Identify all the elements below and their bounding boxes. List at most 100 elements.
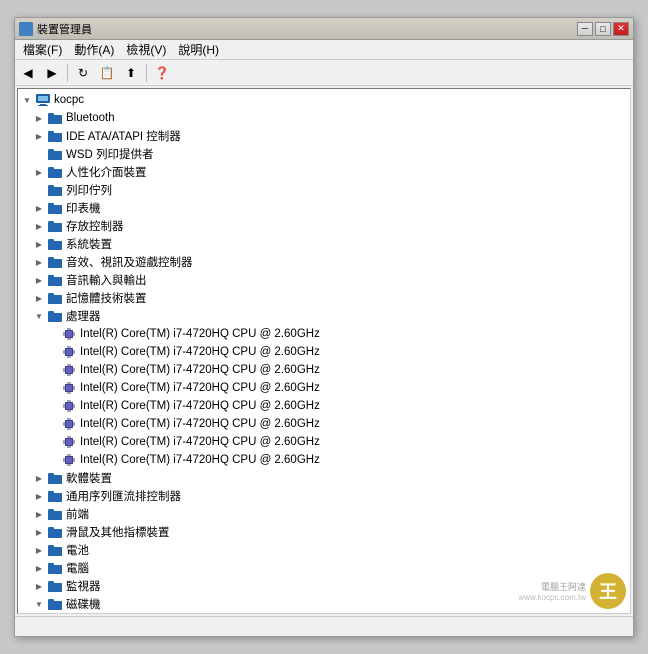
close-button[interactable]: ✕ <box>613 22 629 36</box>
tree-item-bluetooth[interactable]: ▶ Bluetooth <box>18 109 630 127</box>
back-button[interactable]: ◀ <box>17 63 39 83</box>
expand-icon-wsd[interactable] <box>32 147 46 161</box>
item-label-computer: 電腦 <box>66 560 89 576</box>
expand-icon-human[interactable]: ▶ <box>32 165 46 179</box>
expand-icon-monitor[interactable]: ▶ <box>32 579 46 593</box>
tree-item-kocpc[interactable]: ▼ kocpc <box>18 91 630 109</box>
expand-icon-kocpc[interactable]: ▼ <box>20 93 34 107</box>
tree-item-ide[interactable]: ▶ IDE ATA/ATAPI 控制器 <box>18 127 630 145</box>
item-label-human: 人性化介面裝置 <box>66 164 147 180</box>
item-label-ieee: 通用序列匯流排控制器 <box>66 488 181 504</box>
item-icon-software <box>47 470 63 486</box>
expand-icon-cpu3[interactable] <box>46 363 60 377</box>
item-label-audio: 音效、視訊及遊戲控制器 <box>66 254 193 270</box>
refresh-button[interactable]: ↻ <box>72 63 94 83</box>
item-icon-kocpc <box>35 92 51 108</box>
tree-item-print-queue[interactable]: 列印佇列 <box>18 181 630 199</box>
item-label-cpu4: Intel(R) Core(TM) i7-4720HQ CPU @ 2.60GH… <box>80 382 320 394</box>
item-label-print-queue: 列印佇列 <box>66 182 112 198</box>
item-label-audio-io: 音訊輸入與輸出 <box>66 272 147 288</box>
menu-item[interactable]: 檢視(V) <box>120 39 172 60</box>
expand-icon-storage-ctrl[interactable]: ▶ <box>32 219 46 233</box>
menu-item[interactable]: 動作(A) <box>68 39 120 60</box>
item-icon-cpu7 <box>61 434 77 450</box>
tree-item-cpu6[interactable]: Intel(R) Core(TM) i7-4720HQ CPU @ 2.60GH… <box>18 415 630 433</box>
tree-item-wsd[interactable]: WSD 列印提供者 <box>18 145 630 163</box>
expand-icon-system-dev[interactable]: ▶ <box>32 237 46 251</box>
expand-icon-ieee[interactable]: ▶ <box>32 489 46 503</box>
item-label-cpu1: Intel(R) Core(TM) i7-4720HQ CPU @ 2.60GH… <box>80 328 320 340</box>
item-icon-audio-io <box>47 272 63 288</box>
tree-item-cpu3[interactable]: Intel(R) Core(TM) i7-4720HQ CPU @ 2.60GH… <box>18 361 630 379</box>
menu-item[interactable]: 說明(H) <box>172 39 225 60</box>
item-icon-cpu6 <box>61 416 77 432</box>
tree-item-audio-io[interactable]: ▶ 音訊輸入與輸出 <box>18 271 630 289</box>
tree-item-intel-ssd[interactable]: INTEL SSDSCKHW120A4 <box>18 613 630 614</box>
expand-icon-audio-io[interactable]: ▶ <box>32 273 46 287</box>
tree-item-printer[interactable]: ▶ 印表機 <box>18 199 630 217</box>
item-icon-mouse <box>47 524 63 540</box>
item-icon-system-dev <box>47 236 63 252</box>
maximize-button[interactable]: □ <box>595 22 611 36</box>
tree-item-memory[interactable]: ▶ 記憶體技術裝置 <box>18 289 630 307</box>
item-icon-processors <box>47 308 63 324</box>
expand-icon-cpu4[interactable] <box>46 381 60 395</box>
expand-icon-memory[interactable]: ▶ <box>32 291 46 305</box>
tree-item-audio[interactable]: ▶ 音效、視訊及遊戲控制器 <box>18 253 630 271</box>
item-icon-monitor <box>47 578 63 594</box>
expand-icon-monitor-dev[interactable]: ▶ <box>32 507 46 521</box>
expand-icon-computer[interactable]: ▶ <box>32 561 46 575</box>
window-title: 裝置管理員 <box>37 21 92 37</box>
expand-icon-cpu5[interactable] <box>46 399 60 413</box>
expand-icon-cpu8[interactable] <box>46 453 60 467</box>
expand-icon-ide[interactable]: ▶ <box>32 129 46 143</box>
expand-icon-software[interactable]: ▶ <box>32 471 46 485</box>
item-icon-disk-drives <box>47 596 63 612</box>
tree-item-ieee[interactable]: ▶ 通用序列匯流排控制器 <box>18 487 630 505</box>
item-label-cpu2: Intel(R) Core(TM) i7-4720HQ CPU @ 2.60GH… <box>80 346 320 358</box>
expand-icon-cpu7[interactable] <box>46 435 60 449</box>
expand-icon-cpu1[interactable] <box>46 327 60 341</box>
tree-item-human[interactable]: ▶ 人性化介面裝置 <box>18 163 630 181</box>
watermark-icon: 王 <box>590 573 626 609</box>
expand-icon-audio[interactable]: ▶ <box>32 255 46 269</box>
update-button[interactable]: ⬆ <box>120 63 142 83</box>
menu-item[interactable]: 檔案(F) <box>17 39 68 60</box>
tree-item-mouse[interactable]: ▶ 滑鼠及其他指標裝置 <box>18 523 630 541</box>
tree-item-cpu1[interactable]: Intel(R) Core(TM) i7-4720HQ CPU @ 2.60GH… <box>18 325 630 343</box>
tree-item-system-dev[interactable]: ▶ 系統裝置 <box>18 235 630 253</box>
tree-item-monitor-dev[interactable]: ▶ 前端 <box>18 505 630 523</box>
tree-item-processors[interactable]: ▼ 處理器 <box>18 307 630 325</box>
expand-icon-print-queue[interactable] <box>32 183 46 197</box>
expand-icon-bluetooth[interactable]: ▶ <box>32 111 46 125</box>
item-icon-human <box>47 164 63 180</box>
tree-item-cpu8[interactable]: Intel(R) Core(TM) i7-4720HQ CPU @ 2.60GH… <box>18 451 630 469</box>
expand-icon-disk-drives[interactable]: ▼ <box>32 597 46 611</box>
tree-item-software[interactable]: ▶ 軟體裝置 <box>18 469 630 487</box>
expand-icon-battery[interactable]: ▶ <box>32 543 46 557</box>
expand-icon-cpu2[interactable] <box>46 345 60 359</box>
item-label-mouse: 滑鼠及其他指標裝置 <box>66 524 170 540</box>
tree-item-cpu5[interactable]: Intel(R) Core(TM) i7-4720HQ CPU @ 2.60GH… <box>18 397 630 415</box>
watermark-site: www.kocpc.com.tw <box>518 593 586 602</box>
item-label-software: 軟體裝置 <box>66 470 112 486</box>
tree-item-cpu7[interactable]: Intel(R) Core(TM) i7-4720HQ CPU @ 2.60GH… <box>18 433 630 451</box>
tree-item-cpu4[interactable]: Intel(R) Core(TM) i7-4720HQ CPU @ 2.60GH… <box>18 379 630 397</box>
tree-item-battery[interactable]: ▶ 電池 <box>18 541 630 559</box>
tree-item-storage-ctrl[interactable]: ▶ 存放控制器 <box>18 217 630 235</box>
tree-item-cpu2[interactable]: Intel(R) Core(TM) i7-4720HQ CPU @ 2.60GH… <box>18 343 630 361</box>
device-tree[interactable]: ▼ kocpc▶ Bluetooth▶ IDE ATA/ATAPI 控制器 WS… <box>17 88 631 614</box>
expand-icon-printer[interactable]: ▶ <box>32 201 46 215</box>
item-icon-cpu3 <box>61 362 77 378</box>
forward-button[interactable]: ▶ <box>41 63 63 83</box>
expand-icon-cpu6[interactable] <box>46 417 60 431</box>
item-label-cpu7: Intel(R) Core(TM) i7-4720HQ CPU @ 2.60GH… <box>80 436 320 448</box>
expand-icon-mouse[interactable]: ▶ <box>32 525 46 539</box>
expand-icon-processors[interactable]: ▼ <box>32 309 46 323</box>
item-icon-ieee <box>47 488 63 504</box>
props-button[interactable]: 📋 <box>96 63 118 83</box>
help-button[interactable]: ❓ <box>151 63 173 83</box>
minimize-button[interactable]: － <box>577 22 593 36</box>
item-label-monitor-dev: 前端 <box>66 506 89 522</box>
toolbar-separator-2 <box>146 64 147 82</box>
